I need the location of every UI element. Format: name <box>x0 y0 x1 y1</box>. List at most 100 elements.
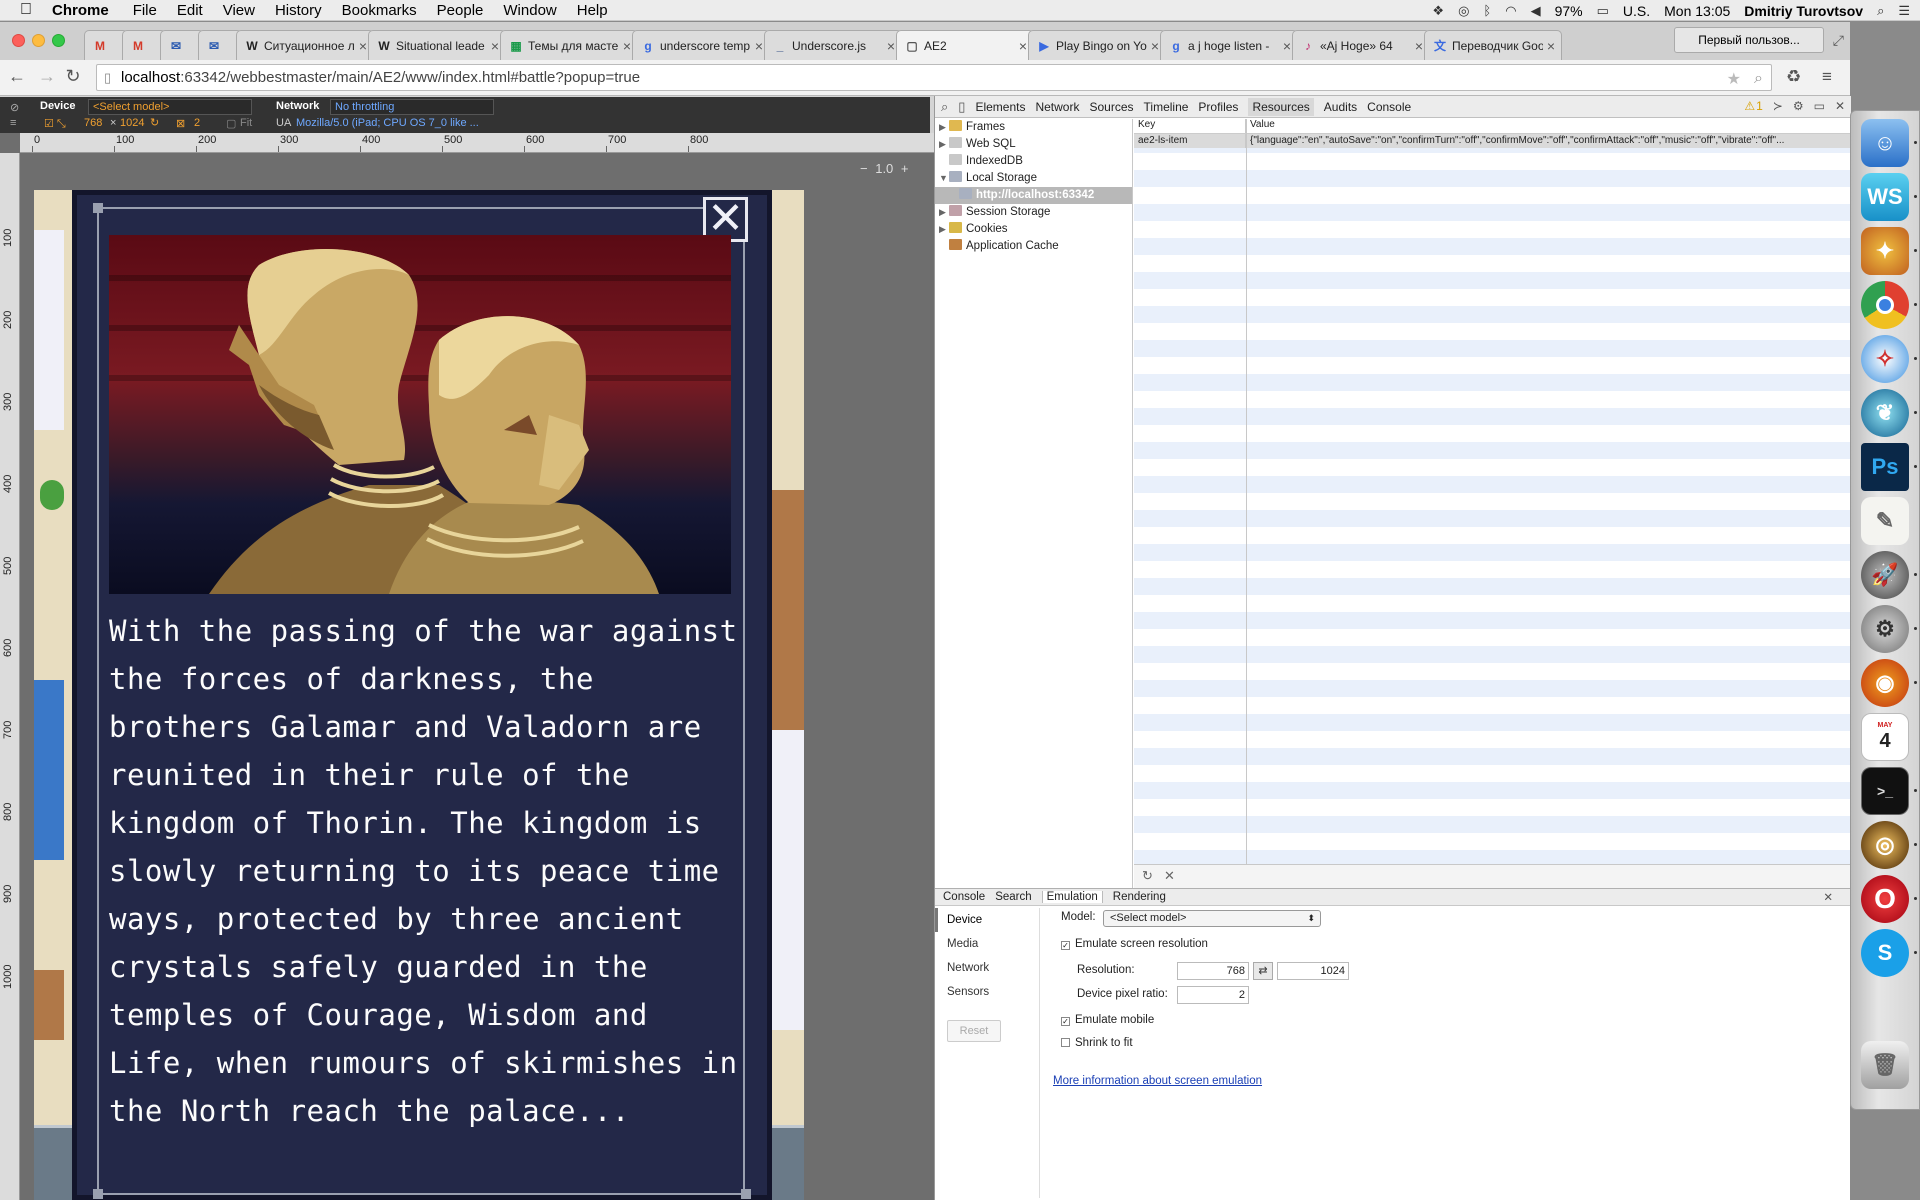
menu-window[interactable]: Window <box>503 2 556 19</box>
browser-tab[interactable]: 文 Переводчик Goo × <box>1424 30 1562 60</box>
table-row[interactable]: ae2-ls-item {"language":"en","autoSave":… <box>1134 134 1851 148</box>
bookmark-star-icon[interactable]: ★ <box>1727 67 1741 92</box>
menu-history[interactable]: History <box>275 2 322 19</box>
dpr-input[interactable]: 2 <box>1177 986 1249 1004</box>
bluetooth-icon[interactable]: ᛒ <box>1483 3 1491 18</box>
device-model-select[interactable]: <Select model> <box>88 99 252 115</box>
show-drawer-icon[interactable]: ≻ <box>1773 99 1783 113</box>
notification-center-icon[interactable]: ☰ <box>1898 3 1910 19</box>
emulate-mobile-option[interactable]: ✓ Emulate mobile <box>1061 1014 1154 1026</box>
devtools-tab-elements[interactable]: Elements <box>975 100 1025 114</box>
tab-close-icon[interactable]: × <box>1151 38 1159 54</box>
clock[interactable]: Mon 13:05 <box>1664 3 1730 19</box>
opera-icon[interactable]: O <box>1861 875 1909 923</box>
media-query-icon[interactable]: ≡ <box>10 117 16 129</box>
wifi-icon[interactable]: ◠ <box>1505 3 1516 19</box>
finder-icon[interactable]: ☺ <box>1861 119 1909 167</box>
address-bar[interactable]: ▯ localhost:63342/webbestmaster/main/AE2… <box>96 64 1772 91</box>
close-window-button[interactable] <box>12 34 25 47</box>
refresh-icon[interactable]: ↻ <box>1142 868 1153 884</box>
apple-menu-icon[interactable]:  <box>20 1 42 19</box>
fullscreen-icon[interactable]: ⤢ <box>1833 32 1844 49</box>
more-info-link[interactable]: More information about screen emulation <box>1053 1075 1262 1087</box>
emu-side-media[interactable]: Media <box>935 932 1039 956</box>
browser-tab[interactable]: g a j hoge listen - × <box>1160 30 1298 60</box>
menu-edit[interactable]: Edit <box>177 2 203 19</box>
browser-tab[interactable]: ▦ Темы для масте × <box>500 30 638 60</box>
skype-icon[interactable]: S <box>1861 929 1909 977</box>
trash-icon[interactable]: 🗑 <box>1861 1041 1909 1089</box>
back-arrow-icon[interactable]: ← <box>6 66 28 87</box>
dock-side-icon[interactable]: ▭ <box>1814 99 1825 113</box>
profile-button[interactable]: Первый пользов... <box>1674 27 1824 53</box>
devtools-tab-sources[interactable]: Sources <box>1089 100 1133 114</box>
ua-value[interactable]: Mozilla/5.0 (iPad; CPU OS 7_0 like ... <box>296 117 479 129</box>
close-devtools-icon[interactable]: ✕ <box>1835 99 1845 113</box>
tab-close-icon[interactable]: × <box>1283 38 1291 54</box>
checkbox-checked[interactable]: ✓ <box>1061 941 1070 950</box>
tree-item-frames[interactable]: ▶ Frames <box>935 119 1132 136</box>
settings-gear-icon[interactable]: ⚙ <box>1793 99 1804 113</box>
tree-item-session-storage[interactable]: ▶ Session Storage <box>935 204 1132 221</box>
devtools-tab-console[interactable]: Console <box>1367 100 1411 114</box>
tab-close-icon[interactable]: × <box>623 38 631 54</box>
battery-percent[interactable]: 97% <box>1555 3 1583 19</box>
zoom-in-button[interactable]: + <box>901 161 909 176</box>
speaker-app-icon[interactable]: ◎ <box>1861 821 1909 869</box>
textedit-icon[interactable]: ✎ <box>1861 497 1909 545</box>
calendar-icon[interactable]: MAY 4 <box>1861 713 1909 761</box>
devtools-tab-network[interactable]: Network <box>1035 100 1079 114</box>
reset-button[interactable]: Reset <box>947 1020 1001 1042</box>
browser-tab[interactable]: W Situational leade × <box>368 30 506 60</box>
menu-app-chrome[interactable]: Chrome <box>52 2 109 19</box>
delete-icon[interactable]: ✕ <box>1164 868 1175 884</box>
system-preferences-icon[interactable]: ⚙ <box>1861 605 1909 653</box>
emulate-resolution-option[interactable]: ✓ Emulate screen resolution <box>1061 938 1208 950</box>
dropbox-icon[interactable]: ❖ <box>1432 3 1444 19</box>
devtools-tab-timeline[interactable]: Timeline <box>1144 100 1189 114</box>
tree-item-indexeddb[interactable]: IndexedDB <box>935 153 1132 170</box>
tree-item-application-cache[interactable]: Application Cache <box>935 238 1132 255</box>
tree-item-cookies[interactable]: ▶ Cookies <box>935 221 1132 238</box>
checkbox-checked[interactable]: ✓ <box>1061 1017 1070 1026</box>
browser-tab[interactable]: W Ситуационное л × <box>236 30 374 60</box>
safari-icon[interactable]: ✧ <box>1861 335 1909 383</box>
tab-close-icon[interactable]: × <box>491 38 499 54</box>
drawer-tab-search[interactable]: Search <box>995 891 1031 903</box>
menu-people[interactable]: People <box>437 2 484 19</box>
sync-icon[interactable]: ◎ <box>1458 3 1469 19</box>
swap-dimensions-button[interactable]: ⇄ <box>1253 962 1273 980</box>
tree-item-localhost[interactable]: http://localhost:63342 <box>935 187 1132 204</box>
drawer-tab-console[interactable]: Console <box>943 891 985 903</box>
zoom-window-button[interactable] <box>52 34 65 47</box>
menu-file[interactable]: File <box>133 2 157 19</box>
forward-arrow-icon[interactable]: → <box>36 66 58 87</box>
inspect-element-icon[interactable]: ⌕ <box>941 99 948 115</box>
tab-close-icon[interactable]: × <box>755 38 763 54</box>
emu-side-device[interactable]: Device <box>935 908 1039 932</box>
tab-close-icon[interactable]: × <box>887 38 895 54</box>
browser-tab[interactable]: ♪ «Aj Hoge» 64 × <box>1292 30 1430 60</box>
menu-bookmarks[interactable]: Bookmarks <box>342 2 417 19</box>
model-select[interactable]: <Select model> ⬍ <box>1103 910 1321 927</box>
chrome-menu-icon[interactable]: ≡ <box>1822 67 1832 87</box>
tab-close-icon[interactable]: × <box>1547 38 1555 54</box>
menu-view[interactable]: View <box>223 2 255 19</box>
volume-icon[interactable]: ◀ <box>1531 3 1541 19</box>
checkbox-unchecked[interactable] <box>1061 1038 1070 1047</box>
drawer-tab-emulation[interactable]: Emulation <box>1041 891 1103 903</box>
browser-tab[interactable]: ▶ Play Bingo on Yo × <box>1028 30 1166 60</box>
warning-icon[interactable]: ⚠1 <box>1744 99 1762 113</box>
extension-recycle-icon[interactable]: ♻ <box>1786 67 1801 87</box>
chrome-icon[interactable] <box>1861 281 1909 329</box>
close-drawer-icon[interactable]: ✕ <box>1823 890 1833 904</box>
emu-dpr[interactable]: 2 <box>194 117 200 129</box>
firefox-icon[interactable]: ◉ <box>1861 659 1909 707</box>
tree-item-websql[interactable]: ▶ Web SQL <box>935 136 1132 153</box>
resolution-checkbox-icon[interactable]: ☑ ⤡ <box>44 117 66 131</box>
webstorm-icon[interactable]: WS <box>1861 173 1909 221</box>
column-value[interactable]: Value <box>1246 119 1851 133</box>
tab-close-icon[interactable]: × <box>1019 38 1027 54</box>
input-source[interactable]: U.S. <box>1623 3 1650 19</box>
zoom-out-button[interactable]: − <box>860 161 868 176</box>
